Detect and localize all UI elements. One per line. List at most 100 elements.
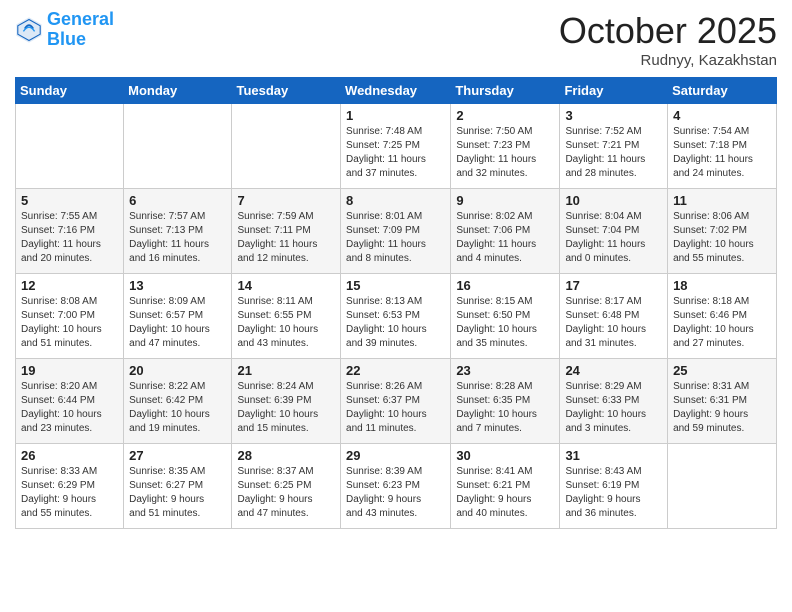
calendar-cell-2-5: 17 Sunrise: 8:17 AM Sunset: 6:48 PM Dayli… bbox=[560, 274, 668, 359]
header: General Blue October 2025 Rudnyy, Kazakh… bbox=[15, 10, 777, 69]
day-info: Sunrise: 8:22 AM Sunset: 6:42 PM Dayligh… bbox=[129, 380, 226, 436]
calendar-cell-1-1: 6 Sunrise: 7:57 AM Sunset: 7:13 PM Daylig… bbox=[124, 189, 232, 274]
calendar-cell-3-4: 23 Sunrise: 8:28 AM Sunset: 6:35 PM Dayli… bbox=[451, 359, 560, 444]
day-number: 31 bbox=[565, 448, 662, 463]
day-number: 30 bbox=[456, 448, 554, 463]
day-number: 19 bbox=[21, 363, 118, 378]
day-info: Sunrise: 8:28 AM Sunset: 6:35 PM Dayligh… bbox=[456, 380, 554, 436]
day-info: Sunrise: 8:08 AM Sunset: 7:00 PM Dayligh… bbox=[21, 295, 118, 351]
day-info: Sunrise: 8:26 AM Sunset: 6:37 PM Dayligh… bbox=[346, 380, 445, 436]
calendar-cell-4-2: 28 Sunrise: 8:37 AM Sunset: 6:25 PM Dayli… bbox=[232, 444, 341, 529]
day-info: Sunrise: 8:02 AM Sunset: 7:06 PM Dayligh… bbox=[456, 210, 554, 266]
logo: General Blue bbox=[15, 10, 114, 50]
calendar-cell-3-3: 22 Sunrise: 8:26 AM Sunset: 6:37 PM Dayli… bbox=[341, 359, 451, 444]
day-number: 20 bbox=[129, 363, 226, 378]
day-info: Sunrise: 8:04 AM Sunset: 7:04 PM Dayligh… bbox=[565, 210, 662, 266]
day-number: 25 bbox=[673, 363, 771, 378]
calendar-cell-0-3: 1 Sunrise: 7:48 AM Sunset: 7:25 PM Daylig… bbox=[341, 104, 451, 189]
calendar-cell-4-3: 29Sunrise: 8:39 AM Sunset: 6:23 PM Dayli… bbox=[341, 444, 451, 529]
calendar-cell-3-5: 24 Sunrise: 8:29 AM Sunset: 6:33 PM Dayli… bbox=[560, 359, 668, 444]
day-number: 5 bbox=[21, 193, 118, 208]
day-info: Sunrise: 8:29 AM Sunset: 6:33 PM Dayligh… bbox=[565, 380, 662, 436]
day-number: 2 bbox=[456, 108, 554, 123]
logo-icon bbox=[15, 16, 43, 44]
calendar-cell-0-6: 4 Sunrise: 7:54 AM Sunset: 7:18 PM Daylig… bbox=[668, 104, 777, 189]
day-info: Sunrise: 8:20 AM Sunset: 6:44 PM Dayligh… bbox=[21, 380, 118, 436]
day-info: Sunrise: 8:06 AM Sunset: 7:02 PM Dayligh… bbox=[673, 210, 771, 266]
day-info: Sunrise: 8:43 AM Sunset: 6:19 PM Dayligh… bbox=[565, 465, 662, 521]
calendar-cell-2-6: 18Sunrise: 8:18 AM Sunset: 6:46 PM Dayli… bbox=[668, 274, 777, 359]
calendar-cell-2-2: 14 Sunrise: 8:11 AM Sunset: 6:55 PM Dayli… bbox=[232, 274, 341, 359]
week-row-5: 26 Sunrise: 8:33 AM Sunset: 6:29 PM Dayli… bbox=[16, 444, 777, 529]
day-number: 11 bbox=[673, 193, 771, 208]
day-info: Sunrise: 8:15 AM Sunset: 6:50 PM Dayligh… bbox=[456, 295, 554, 351]
day-info: Sunrise: 7:50 AM Sunset: 7:23 PM Dayligh… bbox=[456, 125, 554, 181]
day-info: Sunrise: 8:17 AM Sunset: 6:48 PM Dayligh… bbox=[565, 295, 662, 351]
calendar-cell-4-6 bbox=[668, 444, 777, 529]
week-row-3: 12 Sunrise: 8:08 AM Sunset: 7:00 PM Dayli… bbox=[16, 274, 777, 359]
day-number: 28 bbox=[237, 448, 335, 463]
day-number: 21 bbox=[237, 363, 335, 378]
calendar-cell-1-0: 5 Sunrise: 7:55 AM Sunset: 7:16 PM Daylig… bbox=[16, 189, 124, 274]
day-number: 26 bbox=[21, 448, 118, 463]
title-location: Rudnyy, Kazakhstan bbox=[559, 52, 777, 69]
day-number: 23 bbox=[456, 363, 554, 378]
day-number: 13 bbox=[129, 278, 226, 293]
week-row-4: 19 Sunrise: 8:20 AM Sunset: 6:44 PM Dayli… bbox=[16, 359, 777, 444]
calendar-cell-2-1: 13Sunrise: 8:09 AM Sunset: 6:57 PM Dayli… bbox=[124, 274, 232, 359]
day-info: Sunrise: 8:37 AM Sunset: 6:25 PM Dayligh… bbox=[237, 465, 335, 521]
day-number: 4 bbox=[673, 108, 771, 123]
calendar-cell-1-3: 8Sunrise: 8:01 AM Sunset: 7:09 PM Daylig… bbox=[341, 189, 451, 274]
day-number: 22 bbox=[346, 363, 445, 378]
calendar-cell-2-0: 12 Sunrise: 8:08 AM Sunset: 7:00 PM Dayli… bbox=[16, 274, 124, 359]
day-number: 3 bbox=[565, 108, 662, 123]
calendar-cell-3-6: 25 Sunrise: 8:31 AM Sunset: 6:31 PM Dayli… bbox=[668, 359, 777, 444]
title-block: October 2025 Rudnyy, Kazakhstan bbox=[559, 10, 777, 69]
calendar-cell-2-4: 16 Sunrise: 8:15 AM Sunset: 6:50 PM Dayli… bbox=[451, 274, 560, 359]
calendar-cell-3-1: 20 Sunrise: 8:22 AM Sunset: 6:42 PM Dayli… bbox=[124, 359, 232, 444]
day-number: 6 bbox=[129, 193, 226, 208]
col-sunday: Sunday bbox=[16, 78, 124, 104]
calendar: Sunday Monday Tuesday Wednesday Thursday… bbox=[15, 77, 777, 529]
day-info: Sunrise: 8:11 AM Sunset: 6:55 PM Dayligh… bbox=[237, 295, 335, 351]
calendar-cell-0-4: 2 Sunrise: 7:50 AM Sunset: 7:23 PM Daylig… bbox=[451, 104, 560, 189]
calendar-cell-0-1 bbox=[124, 104, 232, 189]
col-wednesday: Wednesday bbox=[341, 78, 451, 104]
day-info: Sunrise: 7:48 AM Sunset: 7:25 PM Dayligh… bbox=[346, 125, 445, 181]
calendar-cell-1-5: 10 Sunrise: 8:04 AM Sunset: 7:04 PM Dayli… bbox=[560, 189, 668, 274]
day-number: 10 bbox=[565, 193, 662, 208]
col-tuesday: Tuesday bbox=[232, 78, 341, 104]
page: General Blue October 2025 Rudnyy, Kazakh… bbox=[0, 0, 792, 612]
day-info: Sunrise: 7:57 AM Sunset: 7:13 PM Dayligh… bbox=[129, 210, 226, 266]
day-info: Sunrise: 7:52 AM Sunset: 7:21 PM Dayligh… bbox=[565, 125, 662, 181]
col-monday: Monday bbox=[124, 78, 232, 104]
calendar-cell-0-2 bbox=[232, 104, 341, 189]
day-number: 9 bbox=[456, 193, 554, 208]
day-info: Sunrise: 7:59 AM Sunset: 7:11 PM Dayligh… bbox=[237, 210, 335, 266]
day-number: 7 bbox=[237, 193, 335, 208]
day-info: Sunrise: 8:13 AM Sunset: 6:53 PM Dayligh… bbox=[346, 295, 445, 351]
col-saturday: Saturday bbox=[668, 78, 777, 104]
calendar-cell-4-1: 27 Sunrise: 8:35 AM Sunset: 6:27 PM Dayli… bbox=[124, 444, 232, 529]
day-info: Sunrise: 8:35 AM Sunset: 6:27 PM Dayligh… bbox=[129, 465, 226, 521]
day-number: 1 bbox=[346, 108, 445, 123]
day-info: Sunrise: 8:33 AM Sunset: 6:29 PM Dayligh… bbox=[21, 465, 118, 521]
calendar-cell-4-4: 30Sunrise: 8:41 AM Sunset: 6:21 PM Dayli… bbox=[451, 444, 560, 529]
col-thursday: Thursday bbox=[451, 78, 560, 104]
calendar-header-row: Sunday Monday Tuesday Wednesday Thursday… bbox=[16, 78, 777, 104]
day-number: 16 bbox=[456, 278, 554, 293]
day-info: Sunrise: 7:54 AM Sunset: 7:18 PM Dayligh… bbox=[673, 125, 771, 181]
calendar-cell-4-0: 26 Sunrise: 8:33 AM Sunset: 6:29 PM Dayli… bbox=[16, 444, 124, 529]
day-number: 18 bbox=[673, 278, 771, 293]
day-info: Sunrise: 8:31 AM Sunset: 6:31 PM Dayligh… bbox=[673, 380, 771, 436]
day-number: 15 bbox=[346, 278, 445, 293]
day-number: 17 bbox=[565, 278, 662, 293]
calendar-cell-3-0: 19 Sunrise: 8:20 AM Sunset: 6:44 PM Dayli… bbox=[16, 359, 124, 444]
day-info: Sunrise: 7:55 AM Sunset: 7:16 PM Dayligh… bbox=[21, 210, 118, 266]
day-number: 27 bbox=[129, 448, 226, 463]
day-number: 29 bbox=[346, 448, 445, 463]
day-number: 14 bbox=[237, 278, 335, 293]
calendar-cell-0-5: 3 Sunrise: 7:52 AM Sunset: 7:21 PM Daylig… bbox=[560, 104, 668, 189]
day-number: 12 bbox=[21, 278, 118, 293]
day-number: 24 bbox=[565, 363, 662, 378]
